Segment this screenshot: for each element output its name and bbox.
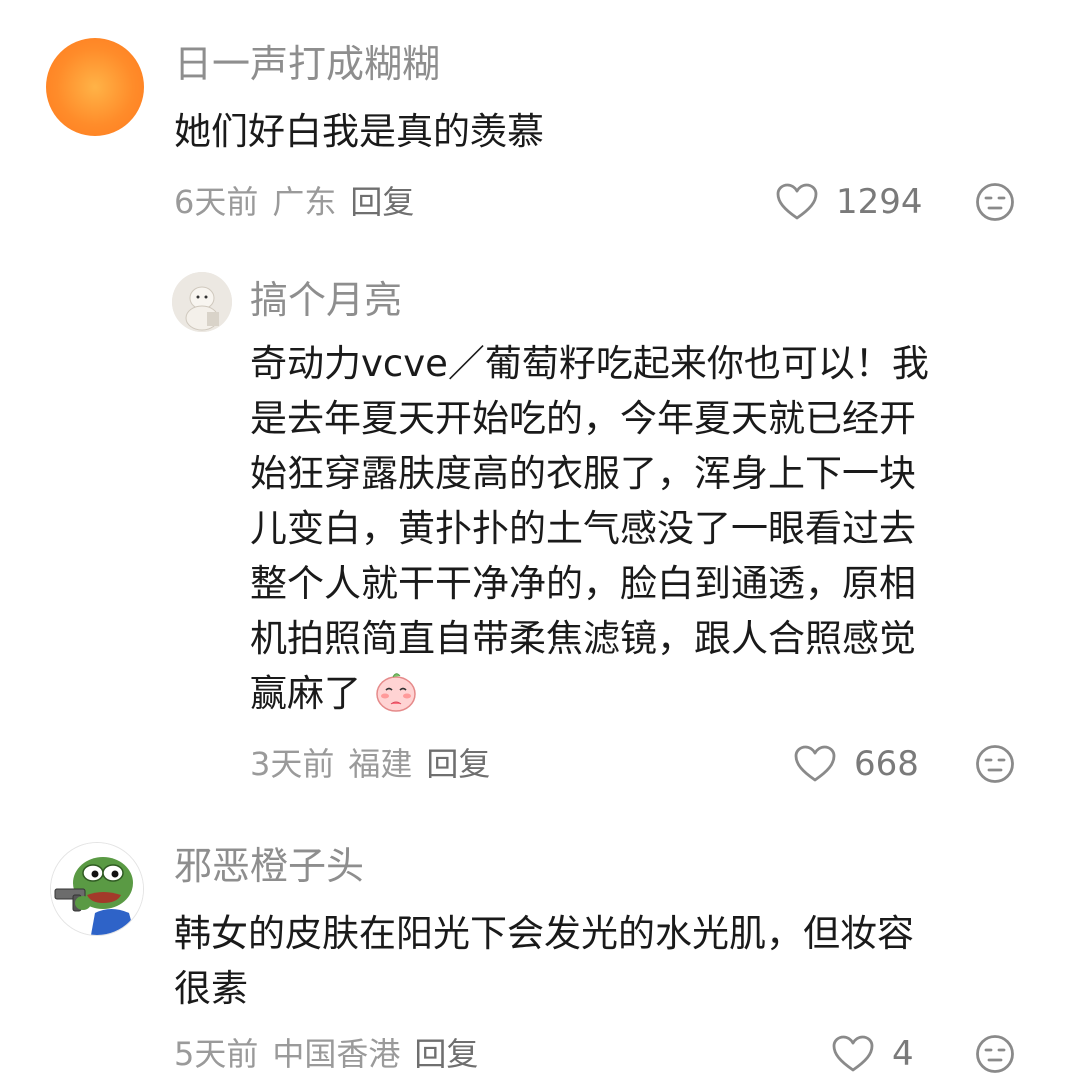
frog-with-gun-icon bbox=[51, 843, 143, 935]
comment-text-line: 赢麻了 bbox=[250, 672, 361, 715]
like-count: 1294 bbox=[836, 182, 923, 222]
comment-text: 韩女的皮肤在阳光下会发光的水光肌，但妆容 很素 bbox=[174, 906, 1044, 1016]
comment-text-line: 机拍照简直自带柔焦滤镜，跟人合照感觉 bbox=[250, 617, 916, 660]
blushing-peach-emoji-icon bbox=[376, 673, 416, 712]
username[interactable]: 日一声打成糊糊 bbox=[174, 40, 440, 88]
timestamp: 6天前 bbox=[174, 183, 259, 221]
comment-text-line: 很素 bbox=[174, 967, 248, 1010]
comment-meta: 6天前 广东 回复 bbox=[174, 180, 428, 224]
comment-text-line: 始狂穿露肤度高的衣服了，浑身上下一块 bbox=[250, 452, 916, 495]
comment-meta: 5天前 中国香港 回复 bbox=[174, 1032, 492, 1076]
comment-text-line: 奇动力vcve／葡萄籽吃起来你也可以！我 bbox=[250, 342, 929, 385]
dislike-face-icon[interactable] bbox=[975, 182, 1015, 222]
like-count: 4 bbox=[892, 1034, 914, 1074]
comment-text-last-line: 赢麻了 bbox=[250, 666, 1040, 721]
reply-button[interactable]: 回复 bbox=[350, 183, 414, 221]
comment-text-line: 是去年夏天开始吃的，今年夏天就已经开 bbox=[250, 397, 916, 440]
reply-button[interactable]: 回复 bbox=[426, 745, 490, 783]
heart-icon bbox=[776, 183, 818, 220]
comment-text: 她们好白我是真的羡慕 bbox=[174, 110, 544, 153]
location: 福建 bbox=[348, 745, 413, 783]
plush-toy-icon bbox=[172, 272, 232, 332]
like-count: 668 bbox=[854, 744, 919, 784]
like-button[interactable]: 4 bbox=[832, 1032, 914, 1076]
dislike-face-icon[interactable] bbox=[975, 1034, 1015, 1074]
location: 中国香港 bbox=[272, 1035, 401, 1073]
like-button[interactable]: 1294 bbox=[776, 180, 923, 224]
username[interactable]: 邪恶橙子头 bbox=[174, 842, 364, 890]
heart-icon bbox=[832, 1035, 874, 1072]
location: 广东 bbox=[272, 183, 337, 221]
comment-text-line: 儿变白，黄扑扑的土气感没了一眼看过去 bbox=[250, 507, 916, 550]
comment-text: 奇动力vcve／葡萄籽吃起来你也可以！我 是去年夏天开始吃的，今年夏天就已经开 … bbox=[250, 336, 1040, 721]
comment-text-line: 韩女的皮肤在阳光下会发光的水光肌，但妆容 bbox=[174, 912, 914, 955]
timestamp: 5天前 bbox=[174, 1035, 259, 1073]
comment-text-line: 整个人就干干净净的，脸白到通透，原相 bbox=[250, 562, 916, 605]
dislike-face-icon[interactable] bbox=[975, 744, 1015, 784]
heart-icon bbox=[794, 745, 836, 782]
avatar[interactable] bbox=[172, 272, 232, 332]
like-button[interactable]: 668 bbox=[794, 742, 919, 786]
reply-button[interactable]: 回复 bbox=[414, 1035, 478, 1073]
timestamp: 3天前 bbox=[250, 745, 335, 783]
username[interactable]: 搞个月亮 bbox=[250, 276, 402, 324]
comment-meta: 3天前 福建 回复 bbox=[250, 742, 504, 786]
avatar[interactable] bbox=[46, 38, 144, 136]
avatar[interactable] bbox=[50, 842, 144, 936]
